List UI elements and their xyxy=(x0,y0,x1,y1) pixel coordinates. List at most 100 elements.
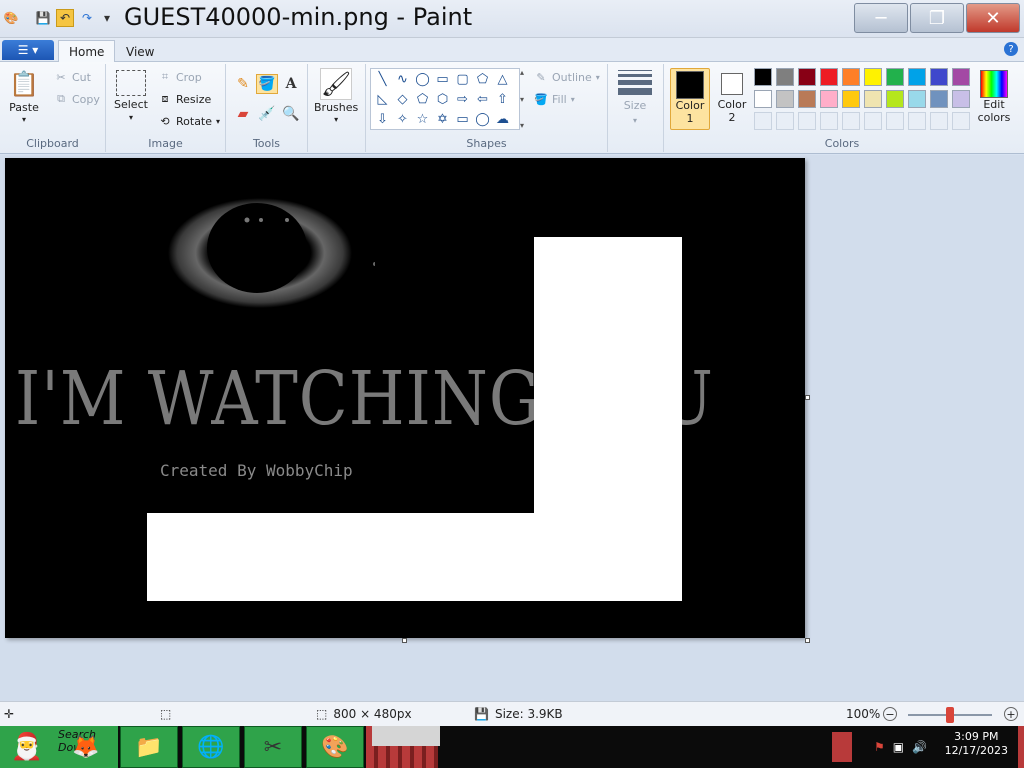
rectangle-shape-icon[interactable]: ▭ xyxy=(433,70,452,89)
zoom-in-button[interactable]: + xyxy=(1004,707,1018,721)
four-point-star-shape-icon[interactable]: ✧ xyxy=(393,110,412,129)
custom-color-slot[interactable] xyxy=(864,112,882,130)
palette-color-swatch[interactable] xyxy=(820,90,838,108)
resize-handle-bottom[interactable] xyxy=(402,638,407,643)
palette-color-swatch[interactable] xyxy=(908,68,926,86)
palette-color-swatch[interactable] xyxy=(842,68,860,86)
oval-shape-icon[interactable]: ◯ xyxy=(413,70,432,89)
palette-color-swatch[interactable] xyxy=(820,68,838,86)
maximize-button[interactable]: ❐ xyxy=(910,3,964,33)
palette-color-swatch[interactable] xyxy=(754,90,772,108)
custom-color-slot[interactable] xyxy=(842,112,860,130)
palette-color-swatch[interactable] xyxy=(864,90,882,108)
chrome-icon[interactable]: 🌐 xyxy=(182,726,240,768)
oval-callout-shape-icon[interactable]: ◯ xyxy=(473,110,492,129)
text-tool-icon[interactable]: A xyxy=(280,74,302,94)
shapes-gallery-scroll[interactable]: ▴ ▾ ▾ xyxy=(516,68,528,130)
image-canvas[interactable]: I'M WATCHING YOU Created By WobbyChip xyxy=(5,158,805,638)
copy-button[interactable]: ⧉ Copy xyxy=(54,92,100,106)
resize-button[interactable]: ⧈ Resize xyxy=(158,92,212,106)
taskbar-clock[interactable]: 3:09 PM 12/17/2023 xyxy=(945,730,1008,758)
palette-color-swatch[interactable] xyxy=(798,68,816,86)
custom-color-slot[interactable] xyxy=(798,112,816,130)
crop-button[interactable]: ⌗ Crop xyxy=(158,70,202,84)
cloud-callout-shape-icon[interactable]: ☁ xyxy=(493,110,512,129)
paint-taskbar-icon[interactable]: 🎨 xyxy=(306,726,364,768)
fill-bucket-icon[interactable]: 🪣 xyxy=(256,74,278,94)
five-point-star-shape-icon[interactable]: ☆ xyxy=(413,110,432,129)
tab-view[interactable]: View xyxy=(116,40,164,63)
resize-handle-right[interactable] xyxy=(805,395,810,400)
close-button[interactable]: ✕ xyxy=(966,3,1020,33)
palette-color-swatch[interactable] xyxy=(886,90,904,108)
palette-color-swatch[interactable] xyxy=(864,68,882,86)
eraser-icon[interactable]: ▰ xyxy=(232,104,254,124)
rotate-button[interactable]: ⟲ Rotate ▾ xyxy=(158,114,220,128)
curve-shape-icon[interactable]: ∿ xyxy=(393,70,412,89)
firefox-icon[interactable]: 🦊 xyxy=(62,726,110,768)
paint-app-icon[interactable]: 🎨 xyxy=(2,9,20,27)
right-triangle-shape-icon[interactable]: ◺ xyxy=(373,90,392,109)
zoom-slider-thumb[interactable] xyxy=(946,707,954,723)
rounded-rectangle-shape-icon[interactable]: ▢ xyxy=(453,70,472,89)
triangle-shape-icon[interactable]: △ xyxy=(493,70,512,89)
volume-icon[interactable]: 🔊 xyxy=(912,740,927,754)
pencil-icon[interactable]: ✎ xyxy=(232,74,254,94)
palette-color-swatch[interactable] xyxy=(776,68,794,86)
custom-color-slot[interactable] xyxy=(952,112,970,130)
diamond-shape-icon[interactable]: ◇ xyxy=(393,90,412,109)
palette-color-swatch[interactable] xyxy=(908,90,926,108)
custom-color-slot[interactable] xyxy=(908,112,926,130)
left-arrow-shape-icon[interactable]: ⇦ xyxy=(473,90,492,109)
custom-color-slot[interactable] xyxy=(776,112,794,130)
custom-color-slot[interactable] xyxy=(886,112,904,130)
palette-color-swatch[interactable] xyxy=(930,90,948,108)
palette-color-swatch[interactable] xyxy=(952,90,970,108)
custom-color-slot[interactable] xyxy=(820,112,838,130)
cut-button[interactable]: ✂ Cut xyxy=(54,70,91,84)
redo-icon[interactable]: ↷ xyxy=(78,9,96,27)
palette-color-swatch[interactable] xyxy=(952,68,970,86)
color2-selector[interactable]: Color 2 xyxy=(712,68,752,130)
magnifier-icon[interactable]: 🔍 xyxy=(280,104,302,124)
help-icon[interactable]: ? xyxy=(1004,42,1018,56)
pentagon-shape-icon[interactable]: ⬠ xyxy=(413,90,432,109)
network-icon[interactable]: ▣ xyxy=(893,740,904,754)
palette-color-swatch[interactable] xyxy=(930,68,948,86)
palette-color-swatch[interactable] xyxy=(842,90,860,108)
fill-button[interactable]: 🪣 Fill ▾ xyxy=(534,92,575,106)
palette-color-swatch[interactable] xyxy=(776,90,794,108)
zoom-out-button[interactable]: − xyxy=(883,707,897,721)
customize-quick-access-icon[interactable]: ▾ xyxy=(98,9,116,27)
down-arrow-shape-icon[interactable]: ⇩ xyxy=(373,110,392,129)
hexagon-shape-icon[interactable]: ⬡ xyxy=(433,90,452,109)
palette-color-swatch[interactable] xyxy=(886,68,904,86)
color1-selector[interactable]: Color 1 xyxy=(670,68,710,130)
start-button[interactable]: 🎅 xyxy=(0,726,54,768)
paste-button[interactable]: 📋 Paste ▾ xyxy=(8,68,40,124)
six-point-star-shape-icon[interactable]: ✡ xyxy=(433,110,452,129)
brushes-button[interactable]: 🖌 Brushes ▾ xyxy=(314,68,358,124)
action-center-flag-icon[interactable]: ⚑ xyxy=(874,740,885,754)
file-explorer-icon[interactable]: 📁 xyxy=(120,726,178,768)
palette-color-swatch[interactable] xyxy=(798,90,816,108)
canvas-area[interactable]: I'M WATCHING YOU Created By WobbyChip xyxy=(0,155,1024,701)
line-shape-icon[interactable]: ╲ xyxy=(373,70,392,89)
custom-color-slot[interactable] xyxy=(930,112,948,130)
size-button[interactable]: Size ▾ xyxy=(618,70,652,125)
polygon-shape-icon[interactable]: ⬠ xyxy=(473,70,492,89)
right-arrow-shape-icon[interactable]: ⇨ xyxy=(453,90,472,109)
select-button[interactable]: Select ▾ xyxy=(114,70,148,122)
color-picker-icon[interactable]: 💉 xyxy=(256,104,278,124)
save-icon[interactable]: 💾 xyxy=(34,9,52,27)
file-menu-button[interactable]: ☰ ▾ xyxy=(2,40,54,60)
custom-color-slot[interactable] xyxy=(754,112,772,130)
palette-color-swatch[interactable] xyxy=(754,68,772,86)
rounded-callout-shape-icon[interactable]: ▭ xyxy=(453,110,472,129)
edit-colors-button[interactable]: Edit colors xyxy=(974,68,1014,130)
snipping-tool-icon[interactable]: ✂ xyxy=(244,726,302,768)
minimize-button[interactable]: ─ xyxy=(854,3,908,33)
up-arrow-shape-icon[interactable]: ⇧ xyxy=(493,90,512,109)
show-desktop-button[interactable] xyxy=(1018,726,1024,768)
resize-handle-corner[interactable] xyxy=(805,638,810,643)
